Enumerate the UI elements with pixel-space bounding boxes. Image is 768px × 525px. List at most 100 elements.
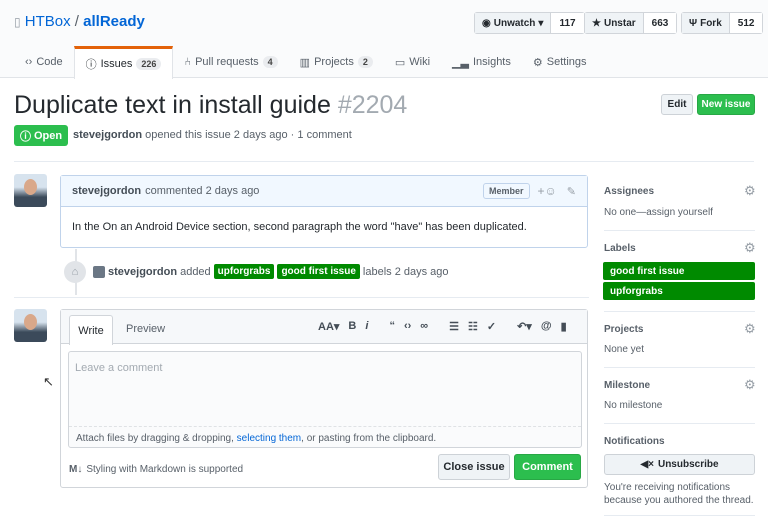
bold-icon[interactable]: B xyxy=(348,320,356,333)
gear-icon[interactable]: ⚙ xyxy=(744,377,756,393)
label-good-first-issue[interactable]: good first issue xyxy=(277,264,360,279)
attach-text: Attach files by dragging & dropping, xyxy=(76,433,237,444)
issue-number: #2204 xyxy=(337,91,408,119)
labels-heading[interactable]: Labels xyxy=(604,243,636,254)
add-reaction-icon[interactable]: +☺ xyxy=(538,184,557,198)
tab-issues[interactable]: ⓘ Issues 226 xyxy=(73,46,174,79)
sidebar-label-upforgrabs[interactable]: upforgrabs xyxy=(603,282,755,300)
tab-counter: 226 xyxy=(136,58,162,70)
repo-nav: ‹› Code ⓘ Issues 226 ⑃ Pull requests 4 ▥ Proje… xyxy=(14,46,598,79)
select-files-link[interactable]: selecting them xyxy=(237,433,301,444)
italic-icon[interactable]: i xyxy=(365,320,368,333)
tab-label: Issues xyxy=(100,58,133,70)
gear-icon[interactable]: ⚙ xyxy=(744,321,756,337)
repo-name-link[interactable]: allReady xyxy=(83,13,145,30)
unordered-list-icon[interactable]: ☰ xyxy=(449,320,459,333)
mouse-cursor-icon: ↖ xyxy=(43,374,54,389)
forks-count[interactable]: 512 xyxy=(729,13,763,33)
close-issue-button[interactable]: Close issue xyxy=(438,454,510,480)
tab-label: Pull requests xyxy=(195,56,259,68)
bookmark-icon[interactable]: ▮ xyxy=(561,320,567,333)
project-icon: ▥ xyxy=(299,56,311,69)
edit-button[interactable]: Edit xyxy=(661,94,693,115)
markdown-link[interactable]: Styling with Markdown is supported xyxy=(86,464,243,475)
label-event: stevejgordon added upforgrabs good first… xyxy=(93,264,449,279)
assignees-value[interactable]: No one—assign yourself xyxy=(604,207,713,218)
tab-settings[interactable]: ⚙ Settings xyxy=(522,46,598,78)
tab-code[interactable]: ‹› Code xyxy=(14,46,74,78)
unstar-label: Unstar xyxy=(603,17,636,29)
tab-preview[interactable]: Preview xyxy=(126,323,165,335)
projects-heading[interactable]: Projects xyxy=(604,324,643,335)
link-icon[interactable]: ∞ xyxy=(420,320,428,333)
divider xyxy=(604,423,755,424)
quote-icon[interactable]: “ xyxy=(389,320,395,333)
tab-label: Projects xyxy=(314,56,354,68)
tab-projects[interactable]: ▥ Projects 2 xyxy=(289,46,384,78)
label-upforgrabs[interactable]: upforgrabs xyxy=(213,264,275,279)
divider xyxy=(14,297,589,298)
divider xyxy=(604,311,755,312)
editor-header: Write Preview AA▾ Bi “ ‹› ∞ ☰ ☷ ✓ ↶▾ @ ▮ xyxy=(61,310,587,345)
repo-owner-link[interactable]: HTBox xyxy=(25,13,71,30)
milestone-heading[interactable]: Milestone xyxy=(604,380,650,391)
tab-wiki[interactable]: ▭ Wiki xyxy=(384,46,441,78)
unwatch-button[interactable]: ◉ Unwatch ▾ xyxy=(475,13,552,33)
header-icon[interactable]: AA▾ xyxy=(318,320,339,333)
stars-count[interactable]: 663 xyxy=(643,13,677,33)
gear-icon[interactable]: ⚙ xyxy=(744,240,756,256)
attach-text: , or pasting from the clipboard. xyxy=(301,433,437,444)
fork-group: Ψ Fork 512 xyxy=(681,12,764,34)
fork-button[interactable]: Ψ Fork xyxy=(682,13,730,33)
code-icon[interactable]: ‹› xyxy=(404,320,411,333)
pencil-icon[interactable]: ✎ xyxy=(567,185,576,198)
member-badge: Member xyxy=(483,183,530,199)
milestone-value: No milestone xyxy=(604,400,663,411)
star-icon: ★ xyxy=(592,17,601,29)
caret-down-icon: ▾ xyxy=(538,17,544,29)
projects-value: None yet xyxy=(604,344,645,355)
unstar-button[interactable]: ★ Unstar xyxy=(585,13,644,33)
markdown-hint[interactable]: M↓ Styling with Markdown is supported xyxy=(69,464,243,475)
tab-pull-requests[interactable]: ⑃ Pull requests 4 xyxy=(173,46,288,78)
event-time: labels 2 days ago xyxy=(362,265,449,278)
watch-group: ◉ Unwatch ▾ 117 xyxy=(474,12,585,34)
tab-write[interactable]: Write xyxy=(69,315,113,345)
author-link[interactable]: stevejgordon xyxy=(73,129,142,141)
watchers-count[interactable]: 117 xyxy=(551,13,584,33)
small-avatar[interactable] xyxy=(93,265,105,278)
avatar[interactable] xyxy=(14,174,47,207)
comment-button[interactable]: Comment xyxy=(514,454,581,480)
gear-icon[interactable]: ⚙ xyxy=(744,183,756,199)
gear-icon: ⚙ xyxy=(532,56,543,69)
star-group: ★ Unstar 663 xyxy=(584,12,678,34)
reply-icon[interactable]: ↶▾ xyxy=(517,320,532,333)
divider xyxy=(604,230,755,231)
graph-icon: ▁▃ xyxy=(452,56,469,69)
tab-insights[interactable]: ▁▃ Insights xyxy=(441,46,522,78)
mention-icon[interactable]: @ xyxy=(541,320,552,333)
event-action: added xyxy=(180,265,211,278)
event-author-link[interactable]: stevejgordon xyxy=(108,266,177,278)
issue-opened-icon: ⓘ xyxy=(20,130,31,143)
ordered-list-icon[interactable]: ☷ xyxy=(468,320,478,333)
tab-counter: 4 xyxy=(262,56,278,68)
tab-label: Wiki xyxy=(409,56,431,68)
divider xyxy=(14,161,754,162)
issue-meta: stevejgordon opened this issue 2 days ag… xyxy=(73,129,352,141)
status-badge: ⓘ Open xyxy=(14,125,69,146)
markdown-toolbar: AA▾ Bi “ ‹› ∞ ☰ ☷ ✓ ↶▾ @ ▮ xyxy=(318,320,567,333)
unwatch-label: Unwatch xyxy=(493,17,536,29)
assignees-heading[interactable]: Assignees xyxy=(604,186,654,197)
unsubscribe-button[interactable]: ◀× Unsubscribe xyxy=(604,454,755,475)
fork-icon: Ψ xyxy=(689,17,698,29)
task-list-icon[interactable]: ✓ xyxy=(487,320,496,333)
comment-time[interactable]: commented 2 days ago xyxy=(145,185,259,197)
comment-textarea[interactable]: Leave a comment Attach files by dragging… xyxy=(68,351,582,448)
issue-title-text: Duplicate text in install guide xyxy=(14,91,331,119)
repo-icon: ▯ xyxy=(14,15,21,29)
comment-author-link[interactable]: stevejgordon xyxy=(72,185,141,197)
new-issue-button[interactable]: New issue xyxy=(697,94,755,115)
repo-title: ▯ HTBox / allReady xyxy=(14,13,145,30)
sidebar-label-good-first-issue[interactable]: good first issue xyxy=(603,262,755,280)
